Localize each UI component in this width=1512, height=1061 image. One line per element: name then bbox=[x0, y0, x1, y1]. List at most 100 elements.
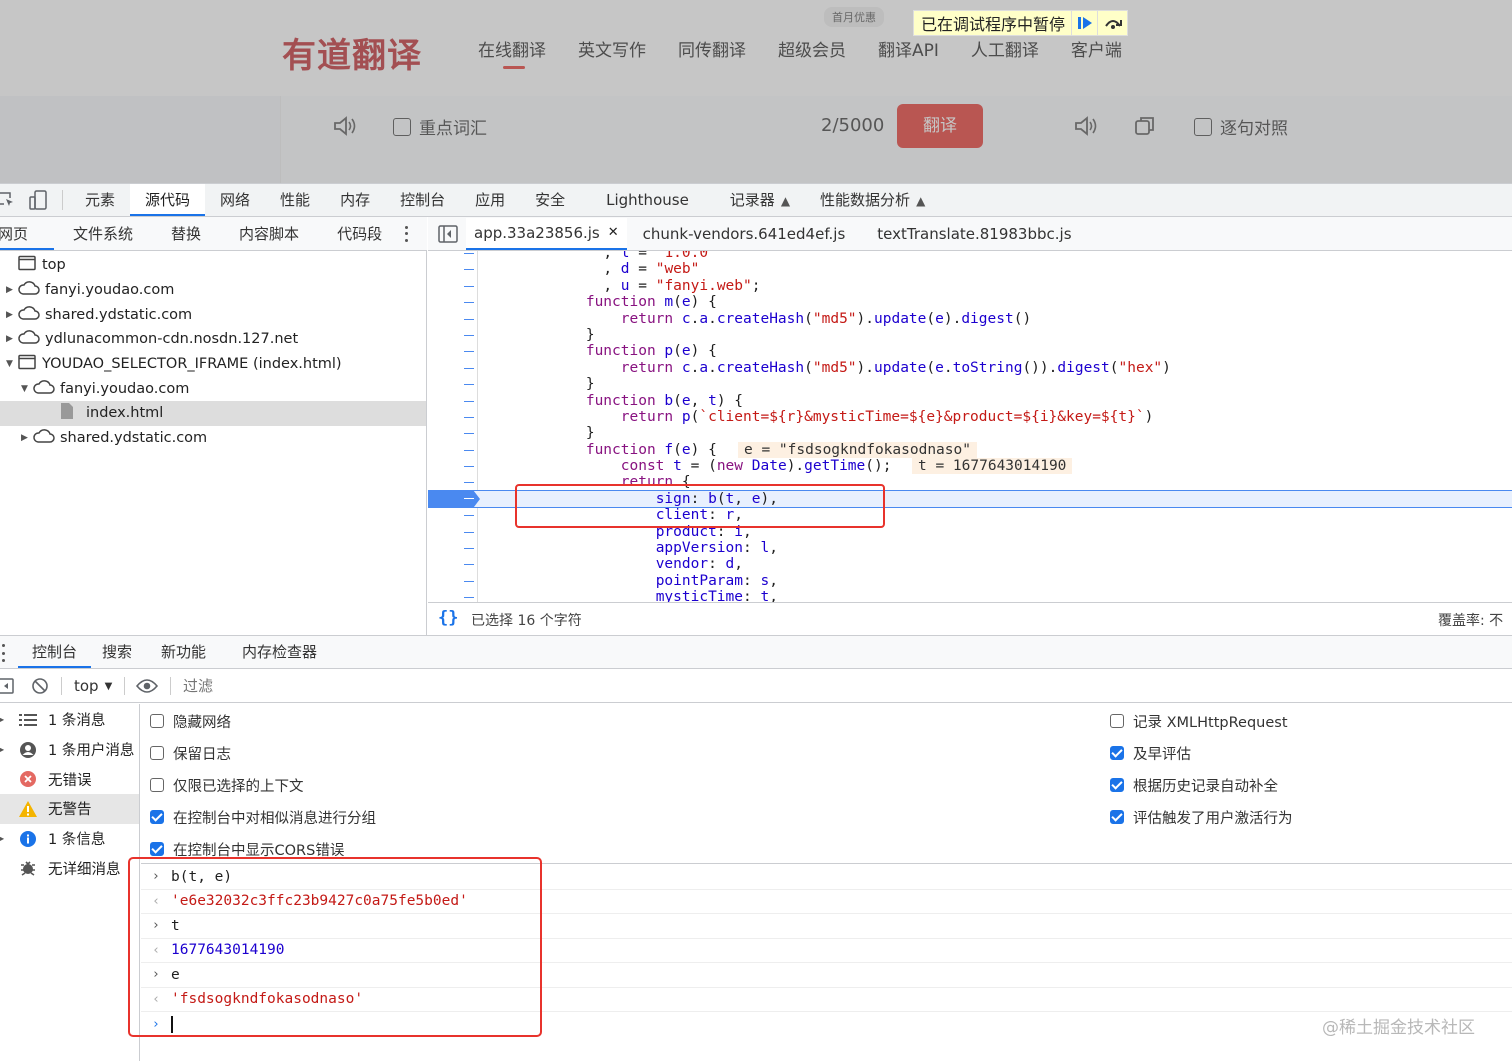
clear-console-icon[interactable] bbox=[31, 677, 49, 695]
drawer-tab[interactable]: 新功能 bbox=[143, 636, 224, 668]
code-line[interactable]: pointParam: s, bbox=[428, 573, 1512, 589]
code-line[interactable]: vendor: d, bbox=[428, 556, 1512, 572]
context-selector[interactable]: top ▼ bbox=[74, 677, 112, 695]
line-marker[interactable] bbox=[464, 482, 474, 484]
code-line[interactable]: } bbox=[428, 425, 1512, 441]
inspect-icon[interactable] bbox=[0, 191, 14, 209]
tree-item[interactable]: ▼ fanyi.youdao.com bbox=[0, 376, 426, 401]
console-setting[interactable]: 仅限已选择的上下文 bbox=[150, 769, 376, 801]
line-marker[interactable] bbox=[464, 285, 474, 287]
devtools-tab[interactable]: Lighthouse bbox=[580, 184, 715, 216]
triangle-right-icon[interactable]: ▶ bbox=[0, 745, 4, 754]
toggle-navigator-icon[interactable] bbox=[438, 225, 458, 243]
console-setting[interactable]: 根据历史记录自动补全 bbox=[1110, 769, 1293, 801]
line-marker[interactable] bbox=[464, 351, 474, 353]
tree-item[interactable]: index.html bbox=[0, 401, 426, 426]
code-line[interactable]: , u = "fanyi.web"; bbox=[428, 278, 1512, 294]
line-marker[interactable] bbox=[464, 449, 474, 451]
code-line[interactable]: function b(e, t) { bbox=[428, 393, 1512, 409]
console-sidebar-item[interactable]: ▶ 1 条消息 bbox=[0, 705, 139, 735]
sidebar-toggle-icon[interactable] bbox=[0, 678, 14, 694]
close-icon[interactable]: ✕ bbox=[608, 217, 619, 249]
tree-item[interactable]: ▶ shared.ydstatic.com bbox=[0, 426, 426, 451]
tree-item[interactable]: ▶ fanyi.youdao.com bbox=[0, 278, 426, 303]
setting-checkbox[interactable] bbox=[1110, 714, 1124, 728]
line-marker[interactable] bbox=[464, 334, 474, 336]
line-marker[interactable] bbox=[464, 433, 474, 435]
tree-item[interactable]: top bbox=[0, 253, 426, 278]
setting-checkbox[interactable] bbox=[150, 778, 164, 792]
navigator-tab[interactable]: 网页 bbox=[0, 218, 55, 250]
drawer-tab[interactable]: 内存检查器 bbox=[224, 636, 335, 668]
console-sidebar-item[interactable]: ▶ 1 条用户消息 bbox=[0, 735, 139, 765]
triangle-right-icon[interactable]: ▶ bbox=[6, 310, 18, 320]
setting-checkbox[interactable] bbox=[1110, 810, 1124, 824]
setting-checkbox[interactable] bbox=[1110, 778, 1124, 792]
navigator-tab[interactable]: 文件系统 bbox=[54, 218, 152, 250]
line-marker[interactable] bbox=[464, 302, 474, 304]
navigator-more-icon[interactable] bbox=[400, 224, 412, 244]
step-over-icon[interactable] bbox=[1097, 11, 1127, 35]
triangle-right-icon[interactable]: ▶ bbox=[6, 285, 18, 295]
code-line[interactable]: return c.a.createHash("md5").update(e).d… bbox=[428, 311, 1512, 327]
devtools-tab[interactable]: 控制台 bbox=[385, 184, 460, 216]
setting-checkbox[interactable] bbox=[150, 842, 164, 856]
live-expression-eye-icon[interactable] bbox=[136, 678, 158, 694]
triangle-down-icon[interactable]: ▼ bbox=[6, 359, 18, 369]
code-line[interactable]: function p(e) { bbox=[428, 343, 1512, 359]
tree-item[interactable]: ▶ shared.ydstatic.com bbox=[0, 302, 426, 327]
devtools-tab[interactable]: 元素 bbox=[70, 184, 130, 216]
line-marker[interactable] bbox=[464, 384, 474, 386]
triangle-right-icon[interactable]: ▶ bbox=[21, 433, 33, 443]
console-setting[interactable]: 及早评估 bbox=[1110, 737, 1293, 769]
editor-file-tab[interactable]: textTranslate.81983bbc.js bbox=[861, 218, 1087, 250]
code-line[interactable]: appVersion: l, bbox=[428, 540, 1512, 556]
line-marker[interactable] bbox=[464, 466, 474, 468]
navigator-tab[interactable]: 代码段 bbox=[318, 218, 401, 250]
devtools-tab[interactable]: 安全 bbox=[520, 184, 580, 216]
code-line[interactable]: return c.a.createHash("md5").update(e.to… bbox=[428, 360, 1512, 376]
line-marker[interactable] bbox=[464, 580, 474, 582]
navigator-tab[interactable]: 内容脚本 bbox=[220, 218, 318, 250]
code-editor[interactable]: , l = "1.0.0" , d = "web" , u = "fanyi.w… bbox=[428, 251, 1512, 602]
line-marker[interactable] bbox=[464, 416, 474, 418]
line-marker[interactable] bbox=[464, 269, 474, 271]
navigator-tab[interactable]: 替换 bbox=[152, 218, 220, 250]
console-sidebar-item[interactable]: 无详细消息 bbox=[0, 853, 139, 883]
line-marker[interactable] bbox=[464, 564, 474, 566]
line-marker[interactable] bbox=[464, 367, 474, 369]
console-setting[interactable]: 记录 XMLHttpRequest bbox=[1110, 705, 1293, 737]
setting-checkbox[interactable] bbox=[150, 746, 164, 760]
devtools-tab[interactable]: 应用 bbox=[460, 184, 520, 216]
setting-checkbox[interactable] bbox=[150, 810, 164, 824]
devtools-tab[interactable]: 源代码 bbox=[130, 184, 206, 216]
console-filter-input[interactable] bbox=[177, 672, 1512, 700]
code-line[interactable]: , l = "1.0.0" bbox=[428, 251, 1512, 261]
pretty-print-icon[interactable]: {} bbox=[438, 608, 458, 628]
line-marker[interactable] bbox=[464, 253, 474, 254]
code-line[interactable]: mysticTime: t, bbox=[428, 589, 1512, 602]
devtools-tab[interactable]: 网络 bbox=[205, 184, 265, 216]
device-toolbar-icon[interactable] bbox=[28, 190, 50, 210]
devtools-tab[interactable]: 性能 bbox=[265, 184, 325, 216]
line-marker[interactable] bbox=[464, 515, 474, 517]
line-marker[interactable] bbox=[464, 400, 474, 402]
tree-item[interactable]: ▼ YOUDAO_SELECTOR_IFRAME (index.html) bbox=[0, 352, 426, 377]
devtools-tab[interactable]: 性能数据分析 ▲ bbox=[805, 184, 940, 216]
drawer-tab[interactable]: 控制台 bbox=[18, 636, 92, 668]
devtools-tab[interactable]: 记录器 ▲ bbox=[715, 184, 805, 216]
line-marker[interactable] bbox=[464, 318, 474, 320]
console-setting[interactable]: 隐藏网络 bbox=[150, 705, 376, 737]
execution-pointer-icon[interactable] bbox=[428, 490, 480, 508]
tree-item[interactable]: ▶ ydlunacommon-cdn.nosdn.127.net bbox=[0, 327, 426, 352]
triangle-right-icon[interactable]: ▶ bbox=[0, 715, 4, 724]
code-line[interactable]: const t = (new Date).getTime(); t = 16776… bbox=[428, 458, 1512, 475]
drawer-tab[interactable]: 搜索 bbox=[91, 636, 143, 668]
triangle-right-icon[interactable]: ▶ bbox=[6, 334, 18, 344]
setting-checkbox[interactable] bbox=[150, 714, 164, 728]
code-line[interactable]: function m(e) { bbox=[428, 294, 1512, 310]
line-marker[interactable] bbox=[464, 597, 474, 599]
console-setting[interactable]: 评估触发了用户激活行为 bbox=[1110, 801, 1293, 833]
editor-file-tab[interactable]: app.33a23856.js ✕ bbox=[466, 218, 627, 250]
editor-file-tab[interactable]: chunk-vendors.641ed4ef.js bbox=[627, 218, 862, 250]
